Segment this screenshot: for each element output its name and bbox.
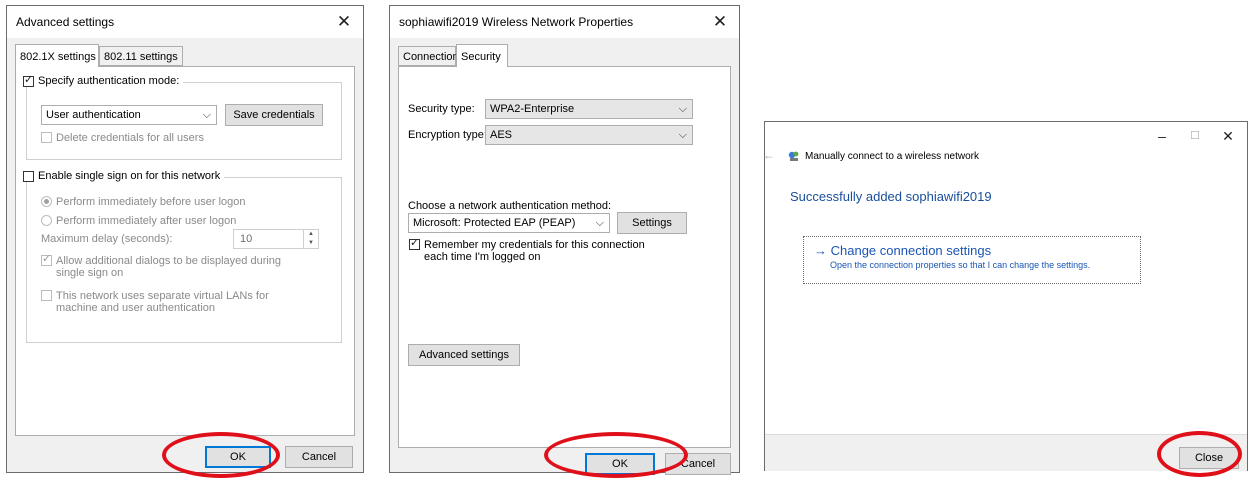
check-icon: ✓ <box>410 237 420 249</box>
change-connection-settings-description: Open the connection properties so that I… <box>830 260 1091 270</box>
tab-connection[interactable]: Connection <box>398 46 459 66</box>
radio-before-logon-label: Perform immediately before user logon <box>56 196 246 208</box>
chevron-down-icon: ⌵ <box>678 129 687 141</box>
ok-button[interactable]: OK <box>205 446 271 468</box>
change-connection-settings-main: → Change connection settings <box>814 243 991 258</box>
specify-auth-checkbox[interactable]: ✓ <box>23 73 34 87</box>
wizard-footer <box>765 434 1247 471</box>
chevron-down-icon: ⌵ <box>595 217 604 229</box>
spinner-arrows-icon[interactable]: ▲ ▼ <box>303 230 318 248</box>
save-credentials-button[interactable]: Save credentials <box>225 104 323 126</box>
vlan-checkbox[interactable] <box>41 290 52 301</box>
back-arrow-icon[interactable]: ← <box>763 148 775 162</box>
vlan-label: This network uses separate virtual LANs … <box>56 290 269 314</box>
close-button[interactable]: Close <box>1179 447 1239 469</box>
max-delay-label: Maximum delay (seconds): <box>41 233 173 245</box>
close-icon[interactable]: ✕ <box>1213 124 1243 148</box>
change-connection-settings-label: Change connection settings <box>830 243 992 258</box>
allow-dialogs-checkbox[interactable]: ✓ <box>41 253 52 266</box>
chevron-down-icon: ⌵ <box>202 109 211 121</box>
settings-button[interactable]: Settings <box>617 212 687 234</box>
max-delay-spinner[interactable]: 10 ▲ ▼ <box>233 229 319 249</box>
tab-80211-settings[interactable]: 802.11 settings <box>99 46 183 66</box>
sso-group: Enable single sign on for this network P… <box>21 170 342 343</box>
network-properties-titlebar: sophiawifi2019 Wireless Network Properti… <box>390 6 739 38</box>
allow-dialogs-label: Allow additional dialogs to be displayed… <box>56 255 282 279</box>
wizard-title: Manually connect to a wireless network <box>805 151 979 162</box>
auth-mode-group: ✓ Specify authentication mode: User auth… <box>21 74 342 160</box>
network-properties-title: sophiawifi2019 Wireless Network Properti… <box>399 15 634 29</box>
radio-after-logon-label: Perform immediately after user logon <box>56 215 237 227</box>
check-icon: ✓ <box>24 73 34 86</box>
check-icon: ✓ <box>42 253 52 265</box>
close-icon[interactable]: ✕ <box>705 10 735 34</box>
delete-credentials-checkbox[interactable] <box>41 132 52 143</box>
radio-before-logon-row[interactable]: Perform immediately before user logon <box>41 196 246 208</box>
tab-security[interactable]: Security <box>456 44 508 67</box>
security-type-value: WPA2-Enterprise <box>490 103 575 115</box>
auth-method-select[interactable]: Microsoft: Protected EAP (PEAP) ⌵ <box>408 213 610 233</box>
advanced-settings-button[interactable]: Advanced settings <box>408 344 520 366</box>
network-properties-dialog: sophiawifi2019 Wireless Network Properti… <box>389 5 740 475</box>
auth-mode-select[interactable]: User authentication ⌵ <box>41 105 217 125</box>
radio-before-logon[interactable] <box>41 196 52 207</box>
specify-auth-checkbox-row[interactable]: ✓ Specify authentication mode: <box>21 73 184 87</box>
security-type-label: Security type: <box>408 103 475 115</box>
ok-button[interactable]: OK <box>585 453 655 475</box>
security-panel: Security type: WPA2-Enterprise ⌵ Encrypt… <box>398 66 731 448</box>
delete-credentials-row[interactable]: Delete credentials for all users <box>41 132 204 144</box>
change-connection-settings-link[interactable]: → Change connection settings Open the co… <box>803 236 1141 284</box>
advanced-panel: ✓ Specify authentication mode: User auth… <box>15 66 355 436</box>
encryption-type-label: Encryption type: <box>408 129 487 141</box>
radio-after-logon-row[interactable]: Perform immediately after user logon <box>41 215 236 227</box>
auth-mode-value: User authentication <box>46 109 141 121</box>
arrow-right-icon: → <box>814 243 827 258</box>
chevron-down-icon: ⌵ <box>678 103 687 115</box>
vlan-row[interactable]: This network uses separate virtual LANs … <box>41 290 313 314</box>
delete-credentials-label: Delete credentials for all users <box>56 132 204 144</box>
specify-auth-label: Specify authentication mode: <box>38 75 180 87</box>
sso-checkbox[interactable] <box>23 170 34 182</box>
max-delay-value: 10 <box>240 233 253 245</box>
wireless-network-icon <box>788 151 799 161</box>
advanced-settings-titlebar: Advanced settings ✕ <box>7 6 363 38</box>
connect-wizard-dialog: – ☐ ✕ ← Manually connect to a wireless n… <box>763 121 1248 471</box>
maximize-icon[interactable]: ☐ <box>1180 124 1210 148</box>
allow-dialogs-row[interactable]: ✓ Allow additional dialogs to be display… <box>41 253 301 279</box>
encryption-type-select[interactable]: AES ⌵ <box>485 125 693 145</box>
remember-credentials-row[interactable]: ✓ Remember my credentials for this conne… <box>409 237 659 263</box>
advanced-settings-title: Advanced settings <box>16 15 115 29</box>
encryption-type-value: AES <box>490 129 513 141</box>
auth-method-value: Microsoft: Protected EAP (PEAP) <box>413 217 576 229</box>
cancel-button[interactable]: Cancel <box>285 446 353 468</box>
close-icon[interactable]: ✕ <box>329 10 359 34</box>
success-heading: Successfully added sophiawifi2019 <box>790 189 992 204</box>
advanced-settings-dialog: Advanced settings ✕ 802.1X settings 802.… <box>6 5 364 473</box>
cancel-button[interactable]: Cancel <box>665 453 731 475</box>
remember-credentials-label: Remember my credentials for this connect… <box>424 239 645 263</box>
sso-checkbox-row[interactable]: Enable single sign on for this network <box>21 170 225 182</box>
minimize-icon[interactable]: – <box>1147 124 1177 148</box>
radio-after-logon[interactable] <box>41 215 52 226</box>
tab-8021x-settings[interactable]: 802.1X settings <box>15 44 99 67</box>
security-type-select[interactable]: WPA2-Enterprise ⌵ <box>485 99 693 119</box>
remember-credentials-checkbox[interactable]: ✓ <box>409 237 420 250</box>
auth-method-label: Choose a network authentication method: <box>408 200 612 212</box>
sso-label: Enable single sign on for this network <box>38 170 221 182</box>
